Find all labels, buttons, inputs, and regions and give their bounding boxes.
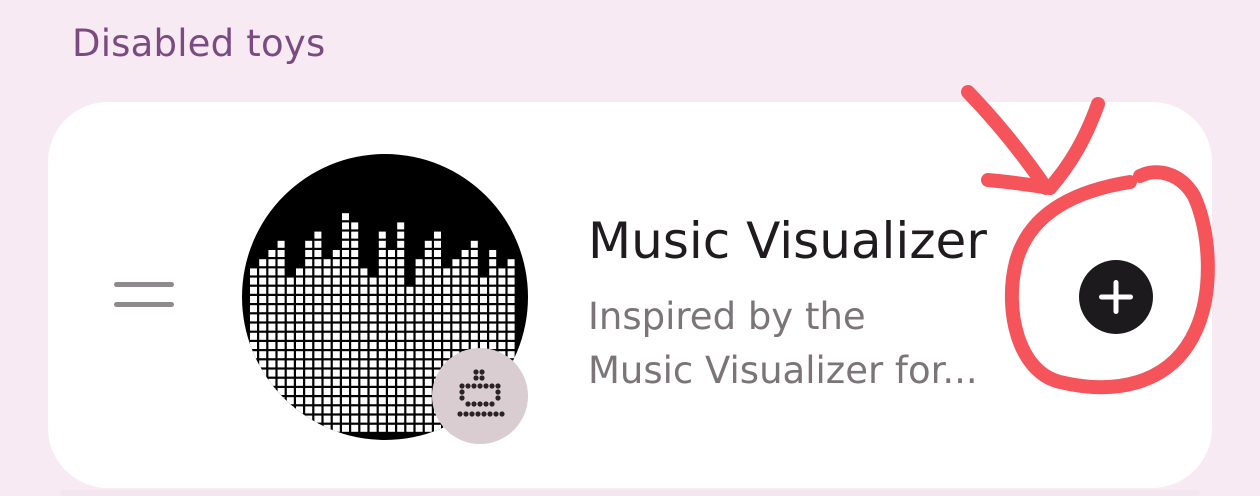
toy-description-line: Music Visualizer for... bbox=[588, 349, 978, 392]
toy-description: Inspired by the Music Visualizer for... bbox=[588, 290, 1028, 398]
add-button[interactable] bbox=[1079, 260, 1153, 334]
drag-handle-icon[interactable] bbox=[114, 282, 174, 308]
toy-title: Music Visualizer bbox=[588, 212, 987, 270]
toy-card[interactable]: Music Visualizer Inspired by the Music V… bbox=[48, 102, 1212, 488]
add-icon bbox=[1099, 280, 1133, 314]
section-title: Disabled toys bbox=[72, 22, 326, 65]
toy-description-line: Inspired by the bbox=[588, 295, 866, 338]
next-card-edge bbox=[60, 490, 1200, 496]
robot-icon bbox=[432, 348, 528, 444]
